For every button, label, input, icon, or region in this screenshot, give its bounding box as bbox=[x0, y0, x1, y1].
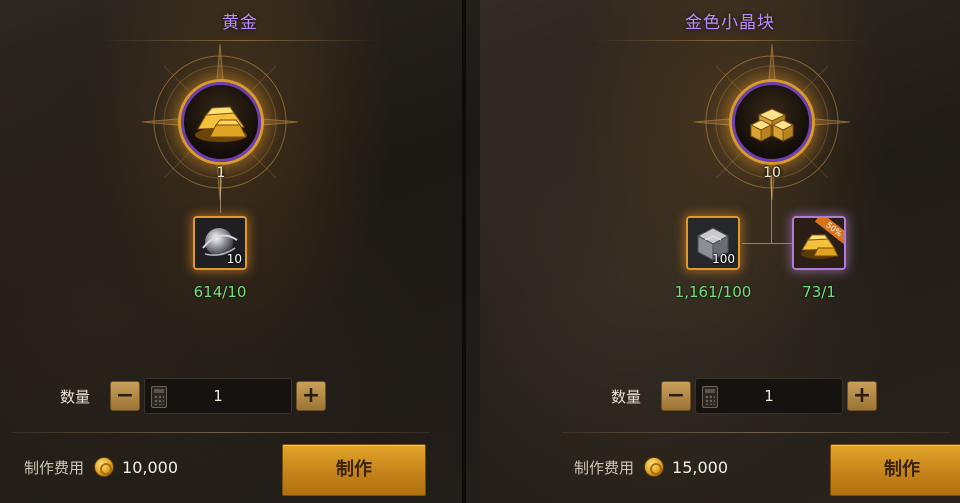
material-slot-1[interactable]: 100 bbox=[686, 216, 740, 270]
craft-cost-label: 制作费用 bbox=[574, 458, 635, 477]
result-quantity: 1 bbox=[216, 165, 226, 181]
decrease-button[interactable]: − bbox=[110, 381, 140, 411]
craft-button[interactable]: 制作 bbox=[282, 444, 426, 496]
recipe-title: 黄金 bbox=[222, 13, 258, 33]
increase-button[interactable]: + bbox=[296, 381, 326, 411]
quantity-row: 数量 − 1 + bbox=[611, 378, 877, 414]
material-badge: 10 bbox=[226, 252, 242, 266]
craft-cost-value: 10,000 bbox=[122, 457, 178, 477]
divider-line bbox=[12, 432, 430, 433]
craft-cost-value: 15,000 bbox=[672, 457, 728, 477]
crafting-panel-gold-crystal: 金色小晶块 10 100 1,161/100 50% 73/1 数量 − 1 +… bbox=[480, 0, 960, 503]
material-badge: 100 bbox=[712, 252, 735, 266]
result-quantity: 10 bbox=[763, 165, 781, 181]
gold-ingot-icon bbox=[195, 106, 247, 142]
material-count: 1,161/100 bbox=[674, 283, 752, 301]
material-count: 614/10 bbox=[193, 283, 247, 301]
crafting-screen: 黄金 1 10 614/10 数量 − 1 + 制作费用 10,000 制作 金… bbox=[0, 0, 960, 503]
connector-line bbox=[771, 175, 772, 243]
divider-line bbox=[562, 432, 950, 433]
quantity-label: 数量 bbox=[611, 387, 642, 406]
gold-crystal-cubes-icon bbox=[749, 108, 795, 142]
decrease-button[interactable]: − bbox=[661, 381, 691, 411]
connector-line bbox=[220, 175, 221, 213]
material-slot-2[interactable]: 50% bbox=[792, 216, 846, 270]
crafting-panel-gold: 黄金 1 10 614/10 数量 − 1 + 制作费用 10,000 制作 bbox=[0, 0, 480, 503]
connector-line bbox=[742, 243, 792, 244]
panel-divider bbox=[462, 0, 466, 503]
craft-cost-row: 制作费用 15,000 bbox=[574, 454, 728, 480]
material-slot-1[interactable]: 10 bbox=[193, 216, 247, 270]
increase-button[interactable]: + bbox=[847, 381, 877, 411]
gold-coin-icon bbox=[94, 457, 115, 477]
quantity-input[interactable]: 1 bbox=[144, 378, 292, 414]
quantity-value: 1 bbox=[764, 387, 774, 405]
quantity-value: 1 bbox=[213, 387, 223, 405]
recipe-title: 金色小晶块 bbox=[685, 13, 775, 33]
material-count: 73/1 bbox=[802, 283, 836, 301]
result-item-slot[interactable]: 10 bbox=[732, 82, 812, 181]
craft-button[interactable]: 制作 bbox=[830, 444, 960, 496]
quantity-label: 数量 bbox=[60, 387, 91, 406]
craft-cost-row: 制作费用 10,000 bbox=[24, 454, 178, 480]
quantity-row: 数量 − 1 + bbox=[60, 378, 326, 414]
result-item-slot[interactable]: 1 bbox=[181, 82, 261, 181]
quantity-input[interactable]: 1 bbox=[695, 378, 843, 414]
craft-cost-label: 制作费用 bbox=[24, 458, 85, 477]
gold-coin-icon bbox=[644, 457, 665, 477]
